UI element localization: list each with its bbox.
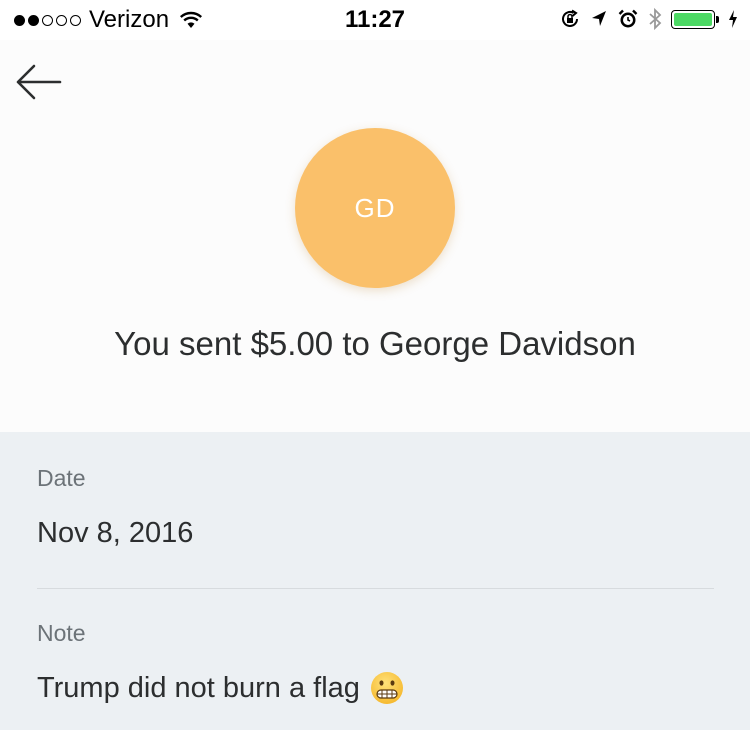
transaction-headline: You sent $5.00 to George Davidson xyxy=(114,325,636,362)
avatar-initials: GD xyxy=(354,192,396,223)
alarm-clock-icon xyxy=(618,9,638,28)
transaction-details: Date Nov 8, 2016 Note Trump did not burn… xyxy=(0,432,750,730)
status-bar-right xyxy=(559,7,738,31)
status-bar: Verizon 11:27 xyxy=(0,0,750,40)
date-label: Date xyxy=(37,465,86,491)
battery-body xyxy=(671,9,715,29)
date-value: Nov 8, 2016 xyxy=(37,517,194,549)
note-label: Note xyxy=(37,620,86,646)
orientation-lock-icon xyxy=(562,9,578,27)
back-arrow-icon xyxy=(16,64,62,100)
avatar: GD xyxy=(295,128,455,288)
battery-icon xyxy=(671,9,719,29)
grimacing-face-icon xyxy=(370,672,403,704)
divider xyxy=(37,588,714,589)
battery-nub xyxy=(716,15,719,23)
battery-fill xyxy=(674,12,712,26)
note-value: Trump did not burn a flag xyxy=(37,672,360,704)
charging-bolt-icon xyxy=(729,10,737,28)
location-arrow-icon xyxy=(592,11,606,26)
bluetooth-icon xyxy=(649,7,662,31)
transaction-header: GD You sent $5.00 to George Davidson xyxy=(0,40,750,432)
back-button[interactable] xyxy=(14,62,62,102)
note-row: Trump did not burn a flag xyxy=(37,671,404,705)
